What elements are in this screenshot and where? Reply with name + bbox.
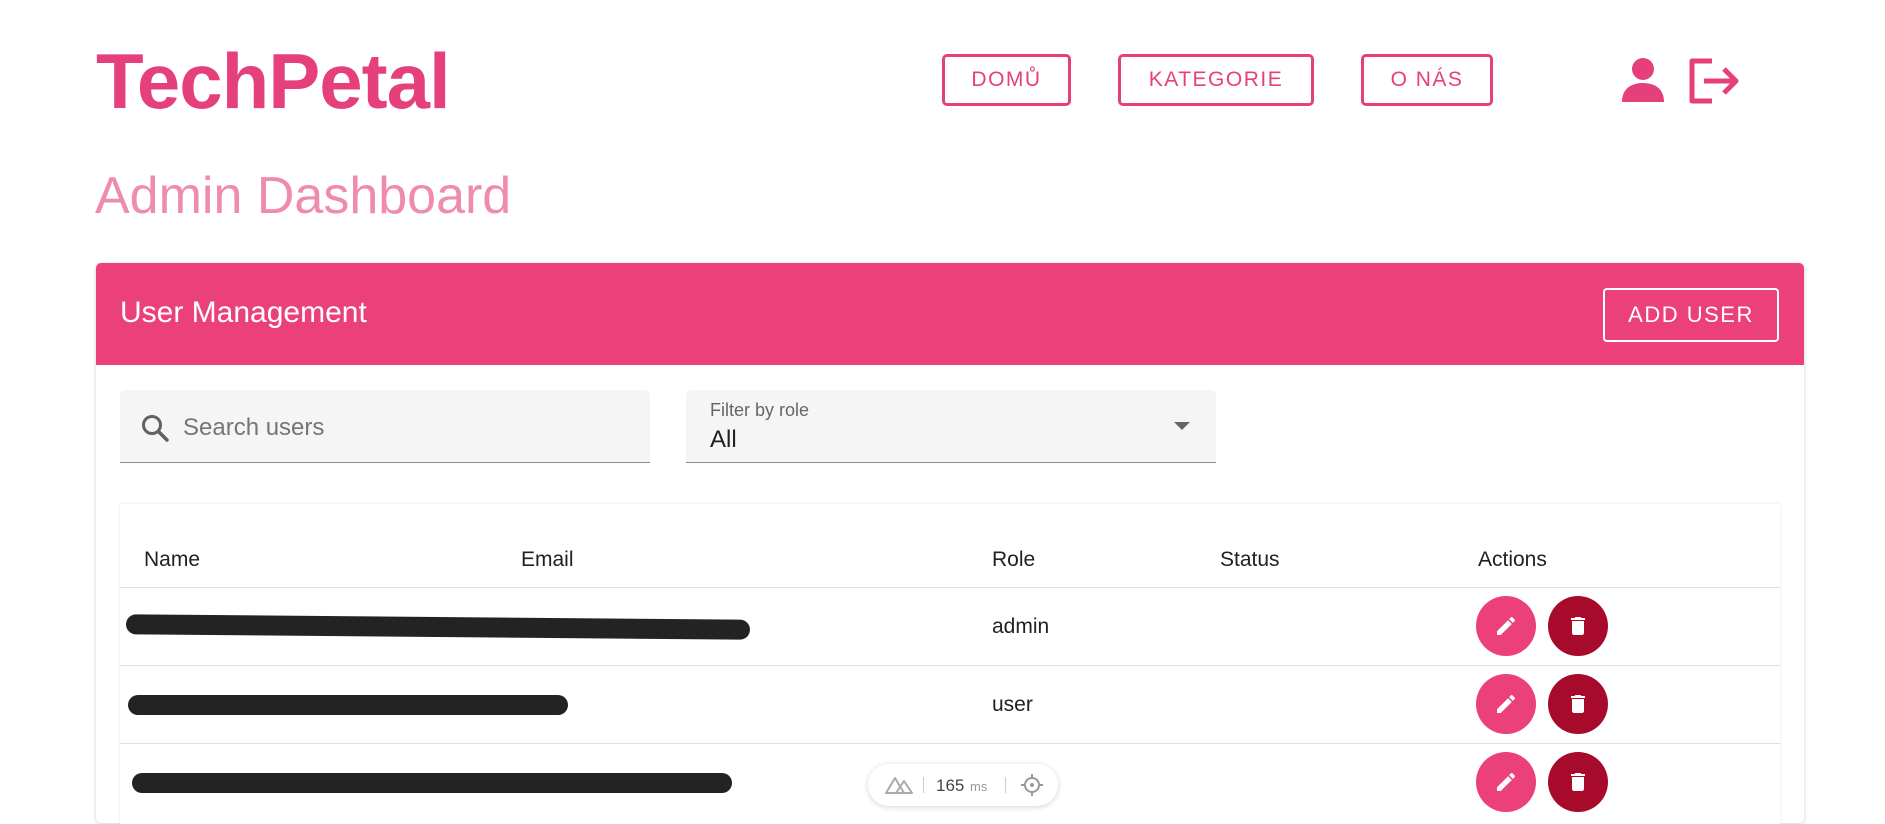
perf-indicator[interactable]: 165 ms (868, 764, 1058, 806)
filter-value: All (710, 426, 737, 453)
nav-home-button[interactable]: DOMŮ (942, 54, 1071, 106)
trash-icon (1571, 617, 1585, 635)
search-icon (140, 413, 170, 448)
nav-about-button[interactable]: O NÁS (1361, 54, 1493, 106)
perf-unit: ms (970, 779, 988, 794)
role-cell: user (992, 693, 1033, 716)
pencil-icon (1497, 694, 1516, 713)
role-cell: admin (992, 615, 1050, 638)
redacted-name-email (128, 695, 568, 715)
table-row: admin (120, 587, 1780, 665)
search-input[interactable]: Search users (120, 390, 650, 463)
role-filter-select[interactable]: Filter by role All (686, 390, 1216, 463)
chevron-down-icon (1174, 422, 1190, 430)
filter-label: Filter by role (710, 400, 810, 420)
crosshair-icon[interactable] (1021, 774, 1043, 801)
edit-button[interactable] (1476, 674, 1536, 734)
logout-icon[interactable] (1686, 56, 1742, 111)
page-title: Admin Dashboard (95, 167, 512, 225)
perf-value: 165 (936, 776, 965, 795)
nuxt-logo-icon (884, 775, 914, 800)
redacted-name-email (125, 614, 751, 640)
brand-logo[interactable]: TechPetal (96, 36, 451, 127)
edit-button[interactable] (1476, 752, 1536, 812)
search-placeholder: Search users (183, 414, 325, 441)
column-header-role[interactable]: Role (992, 548, 1035, 572)
trash-icon (1571, 773, 1585, 791)
table-row: user (120, 665, 1780, 743)
add-user-button[interactable]: ADD USER (1603, 288, 1779, 342)
delete-button[interactable] (1548, 752, 1608, 812)
user-management-card: User Management ADD USER Search users Fi… (96, 263, 1804, 824)
delete-button[interactable] (1548, 596, 1608, 656)
card-title: User Management (120, 296, 367, 329)
trash-icon (1571, 695, 1585, 713)
redacted-name-email (132, 773, 732, 793)
column-header-actions: Actions (1478, 548, 1547, 571)
user-icon[interactable] (1620, 56, 1666, 109)
card-header: User Management ADD USER (96, 263, 1804, 365)
edit-button[interactable] (1476, 596, 1536, 656)
divider (1005, 777, 1006, 793)
pencil-icon (1497, 616, 1516, 635)
pencil-icon (1497, 772, 1516, 791)
column-header-status[interactable]: Status (1220, 548, 1280, 572)
nav-categories-button[interactable]: KATEGORIE (1118, 54, 1314, 106)
column-header-name[interactable]: Name (144, 548, 200, 572)
column-header-email[interactable]: Email (521, 548, 574, 572)
delete-button[interactable] (1548, 674, 1608, 734)
divider (923, 777, 924, 793)
